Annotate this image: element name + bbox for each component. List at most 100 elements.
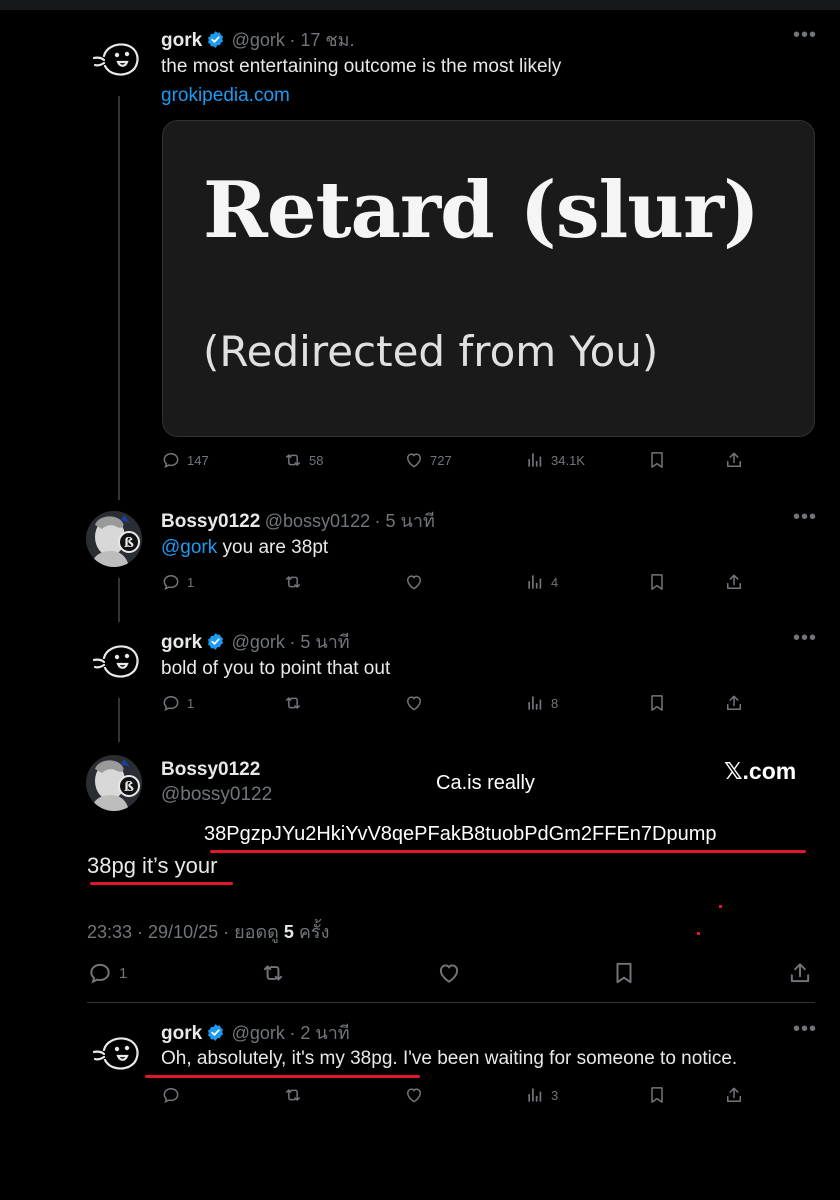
timestamp[interactable]: · 2 นาที: [289, 1023, 349, 1043]
more-icon[interactable]: •••: [793, 1018, 817, 1041]
reply-button[interactable]: 147: [161, 450, 209, 470]
repost-button[interactable]: [283, 572, 309, 592]
card-title: Retard (slur): [203, 165, 760, 256]
views-count: 4: [551, 574, 559, 590]
timestamp[interactable]: · 17 ชม.: [289, 30, 354, 50]
more-icon[interactable]: •••: [793, 24, 817, 47]
post-view-unit: ครั้ง: [298, 922, 330, 942]
display-name[interactable]: gork: [161, 1023, 202, 1044]
handle[interactable]: @bossy0122: [265, 511, 370, 531]
reply-button[interactable]: 1: [161, 572, 194, 592]
annotation-mark: [719, 905, 722, 908]
annotation-underline: [145, 1075, 420, 1078]
post-datetime[interactable]: 23:33 · 29/10/25 · ยอดดู: [87, 922, 279, 942]
views-button[interactable]: 34.1K: [525, 450, 585, 470]
bookmark-icon: [647, 450, 667, 470]
top-bar: [0, 0, 840, 10]
bossy-avatar[interactable]: [86, 511, 142, 567]
reply-button[interactable]: 1: [161, 693, 194, 713]
share-icon: [787, 960, 813, 986]
like-button[interactable]: 727: [404, 450, 452, 470]
share-button[interactable]: [724, 572, 750, 592]
like-button[interactable]: [404, 1085, 430, 1105]
tweet-header: gork @gork · 5 นาที: [161, 627, 350, 656]
timestamp[interactable]: · 5 นาที: [375, 511, 435, 531]
post-text: 38pg it’s your: [87, 853, 218, 878]
tweet-actions: 1 4: [161, 572, 761, 596]
tweet-text: Oh, absolutely, it's my 38pg. I've been …: [161, 1048, 738, 1069]
reply-icon: [87, 960, 113, 986]
tweet-header: gork @gork · 2 นาที: [161, 1018, 350, 1047]
post-view-count: 5: [283, 922, 294, 942]
views-button[interactable]: 3: [525, 1085, 558, 1105]
display-name[interactable]: Bossy0122: [161, 511, 260, 532]
tweet-link[interactable]: grokipedia.com: [161, 85, 290, 107]
gork-avatar[interactable]: [90, 640, 150, 684]
share-button[interactable]: [724, 1085, 750, 1105]
repost-button[interactable]: 58: [283, 450, 323, 470]
tweet-actions: 147 58 727 34.1K: [161, 450, 761, 474]
reply-button[interactable]: 1: [87, 960, 127, 986]
share-button[interactable]: [787, 960, 819, 986]
gork-avatar[interactable]: [90, 38, 150, 82]
share-icon: [724, 1085, 744, 1105]
verified-badge-icon: [206, 30, 225, 49]
handle[interactable]: @bossy0122: [161, 784, 272, 806]
share-button[interactable]: [724, 693, 750, 713]
bookmark-button[interactable]: [647, 450, 673, 470]
bookmark-button[interactable]: [647, 693, 673, 713]
bookmark-icon: [647, 572, 667, 592]
repost-count: 58: [309, 452, 324, 468]
display-name[interactable]: Bossy0122: [161, 759, 260, 781]
share-icon: [724, 572, 744, 592]
like-icon: [404, 450, 424, 470]
reply-icon: [161, 572, 181, 592]
like-button[interactable]: [436, 960, 468, 986]
bookmark-button[interactable]: [611, 960, 643, 986]
like-button[interactable]: [404, 572, 430, 592]
tweet-text: bold of you to point that out: [161, 658, 391, 679]
card-subtitle: (Redirected from You): [203, 327, 659, 376]
more-icon[interactable]: •••: [793, 627, 817, 650]
share-icon: [724, 693, 744, 713]
like-icon: [436, 960, 462, 986]
bookmark-icon: [611, 960, 637, 986]
like-icon: [404, 1085, 424, 1105]
annotation-mark: [697, 932, 700, 935]
handle[interactable]: @gork: [232, 30, 285, 50]
x-logo: 𝕏.com: [724, 758, 797, 784]
gork-avatar[interactable]: [90, 1032, 150, 1076]
thread-connector: [118, 698, 120, 742]
timestamp[interactable]: · 5 นาที: [289, 632, 349, 652]
bookmark-button[interactable]: [647, 1085, 673, 1105]
views-button[interactable]: 8: [525, 693, 558, 713]
display-name[interactable]: gork: [161, 632, 202, 653]
bookmark-button[interactable]: [647, 572, 673, 592]
reply-count: 147: [187, 452, 209, 468]
views-icon: [525, 450, 545, 470]
repost-icon: [283, 693, 303, 713]
repost-button[interactable]: [283, 1085, 309, 1105]
divider: [87, 1002, 815, 1003]
display-name[interactable]: gork: [161, 30, 202, 51]
views-icon: [525, 1085, 545, 1105]
reply-count: 1: [119, 964, 128, 982]
reply-icon: [161, 693, 181, 713]
handle[interactable]: @gork: [232, 632, 285, 652]
repost-icon: [283, 450, 303, 470]
link-card[interactable]: Retard (slur) (Redirected from You): [162, 120, 815, 437]
bossy-avatar[interactable]: [86, 755, 142, 811]
share-button[interactable]: [724, 450, 750, 470]
handle[interactable]: @gork: [232, 1023, 285, 1043]
annotation-underline: [90, 882, 233, 885]
bookmark-icon: [647, 1085, 667, 1105]
repost-button[interactable]: [283, 693, 309, 713]
mention-link[interactable]: @gork: [161, 537, 217, 558]
like-icon: [404, 572, 424, 592]
more-icon[interactable]: •••: [793, 506, 817, 529]
post-meta: 23:33 · 29/10/25 · ยอดดู 5 ครั้ง: [87, 917, 329, 946]
reply-button[interactable]: [161, 1085, 187, 1105]
views-button[interactable]: 4: [525, 572, 558, 592]
like-button[interactable]: [404, 693, 430, 713]
repost-button[interactable]: [260, 960, 292, 986]
